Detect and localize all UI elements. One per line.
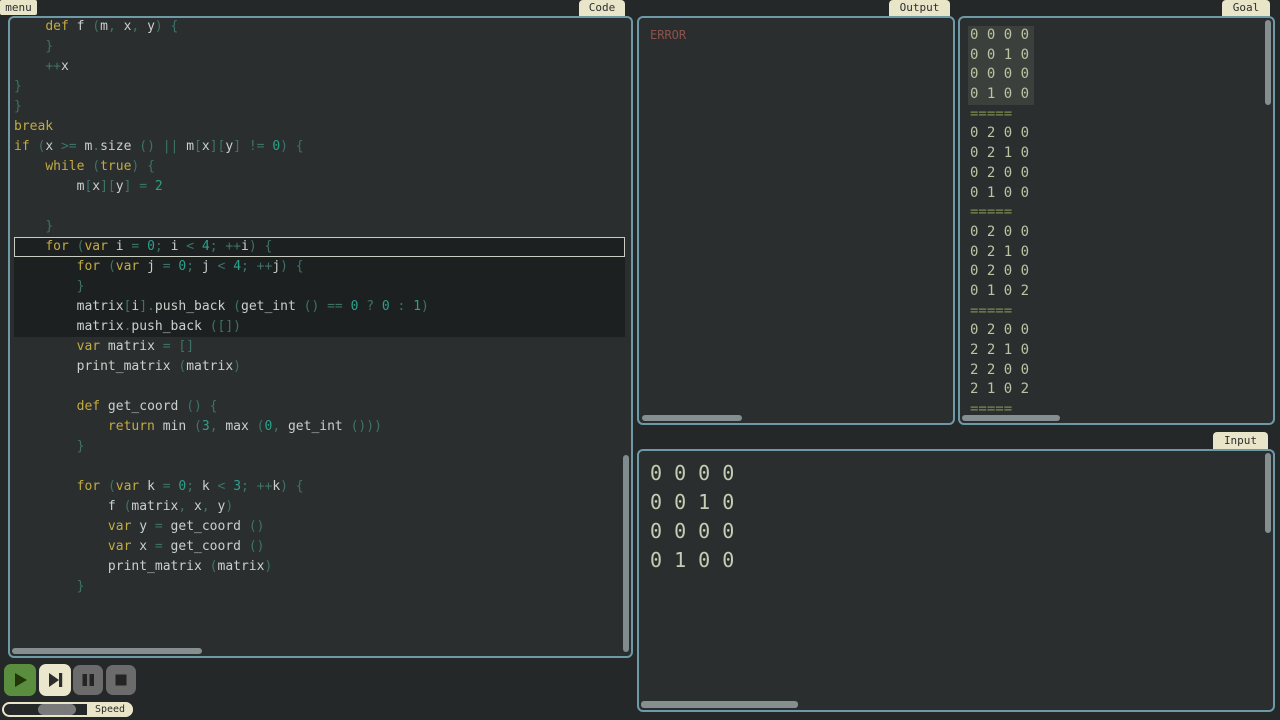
stop-button[interactable] (106, 665, 136, 695)
speed-slider[interactable]: Speed (2, 702, 133, 717)
code-line: break (14, 117, 625, 137)
goal-row: 2 1 0 2 (968, 380, 1034, 400)
input-row: 0 0 0 0 (650, 517, 734, 546)
goal-row: 0 0 1 0 (968, 46, 1034, 66)
code-line (14, 377, 625, 397)
goal-row: 0 1 0 0 (968, 85, 1034, 105)
current-code-line: for (var i = 0; i < 4; ++i) { (14, 237, 625, 257)
goal-row: 0 0 0 0 (968, 26, 1034, 46)
code-line: var x = get_coord () (14, 537, 625, 557)
code-line: var y = get_coord () (14, 517, 625, 537)
code-horizontal-scrollbar[interactable] (12, 648, 202, 654)
code-line: m[x][y] = 2 (14, 177, 625, 197)
pause-icon (79, 671, 97, 689)
menu-button[interactable]: menu (0, 0, 37, 15)
code-line (14, 197, 625, 217)
output-horizontal-scrollbar[interactable] (642, 415, 742, 421)
input-panel: 0 0 0 00 0 1 00 0 0 00 1 0 0 (637, 449, 1275, 712)
code-line: } (14, 37, 625, 57)
input-row: 0 1 0 0 (650, 546, 734, 575)
code-panel: def f (m, x, y) { } ++x}}breakif (x >= m… (8, 16, 633, 658)
code-line: } (14, 97, 625, 117)
goal-row: 2 2 1 0 (968, 341, 1034, 361)
goal-row: 2 2 0 0 (968, 361, 1034, 381)
goal-separator: ===== (968, 105, 1034, 125)
input-vertical-scrollbar[interactable] (1265, 453, 1271, 533)
code-line: print_matrix (matrix) (14, 357, 625, 377)
tab-code: Code (579, 0, 625, 16)
code-line: for (var j = 0; j < 4; ++j) { (14, 257, 625, 277)
code-line: } (14, 277, 625, 297)
code-line: matrix[i].push_back (get_int () == 0 ? 0… (14, 297, 625, 317)
code-line: f (matrix, x, y) (14, 497, 625, 517)
output-panel: ERROR (637, 16, 955, 425)
code-line: } (14, 437, 625, 457)
goal-row: 0 2 1 0 (968, 144, 1034, 164)
step-button[interactable] (39, 664, 71, 696)
goal-row: 0 2 0 0 (968, 321, 1034, 341)
code-line (14, 457, 625, 477)
error-message: ERROR (650, 28, 686, 42)
play-button[interactable] (4, 664, 36, 696)
input-text: 0 0 0 00 0 1 00 0 0 00 1 0 0 (650, 459, 734, 575)
goal-text: 0 0 0 00 0 1 00 0 0 00 1 0 0=====0 2 0 0… (968, 26, 1034, 420)
code-line: def get_coord () { (14, 397, 625, 417)
input-horizontal-scrollbar[interactable] (641, 701, 798, 708)
goal-row: 0 0 0 0 (968, 65, 1034, 85)
tab-input: Input (1213, 432, 1268, 449)
input-row: 0 0 1 0 (650, 488, 734, 517)
goal-row: 0 2 0 0 (968, 223, 1034, 243)
play-icon (11, 671, 29, 689)
input-row: 0 0 0 0 (650, 459, 734, 488)
code-line: matrix.push_back ([]) (14, 317, 625, 337)
code-line: if (x >= m.size () || m[x][y] != 0) { (14, 137, 625, 157)
goal-row: 0 2 0 0 (968, 124, 1034, 144)
goal-horizontal-scrollbar[interactable] (962, 415, 1060, 421)
step-forward-icon (46, 671, 64, 689)
goal-row: 0 1 0 2 (968, 282, 1034, 302)
tab-output: Output (889, 0, 950, 16)
code-line: for (var k = 0; k < 3; ++k) { (14, 477, 625, 497)
code-line: def f (m, x, y) { (14, 17, 625, 37)
code-line: } (14, 577, 625, 597)
goal-separator: ===== (968, 203, 1034, 223)
goal-panel: 0 0 0 00 0 1 00 0 0 00 1 0 0=====0 2 0 0… (958, 16, 1275, 425)
pause-button[interactable] (73, 665, 103, 695)
code-line: ++x (14, 57, 625, 77)
code-line: var matrix = [] (14, 337, 625, 357)
code-line: return min (3, max (0, get_int ())) (14, 417, 625, 437)
goal-vertical-scrollbar[interactable] (1265, 20, 1271, 105)
stop-icon (112, 671, 130, 689)
tab-goal: Goal (1222, 0, 1270, 16)
goal-row: 0 2 1 0 (968, 243, 1034, 263)
goal-row: 0 1 0 0 (968, 184, 1034, 204)
speed-label: Speed (87, 702, 133, 717)
code-editor[interactable]: def f (m, x, y) { } ++x}}breakif (x >= m… (14, 17, 625, 597)
code-line: } (14, 217, 625, 237)
goal-row: 0 2 0 0 (968, 164, 1034, 184)
goal-separator: ===== (968, 302, 1034, 322)
code-line: } (14, 77, 625, 97)
code-line: while (true) { (14, 157, 625, 177)
code-line: print_matrix (matrix) (14, 557, 625, 577)
code-vertical-scrollbar[interactable] (623, 455, 629, 652)
goal-row: 0 2 0 0 (968, 262, 1034, 282)
speed-slider-knob[interactable] (38, 704, 76, 715)
